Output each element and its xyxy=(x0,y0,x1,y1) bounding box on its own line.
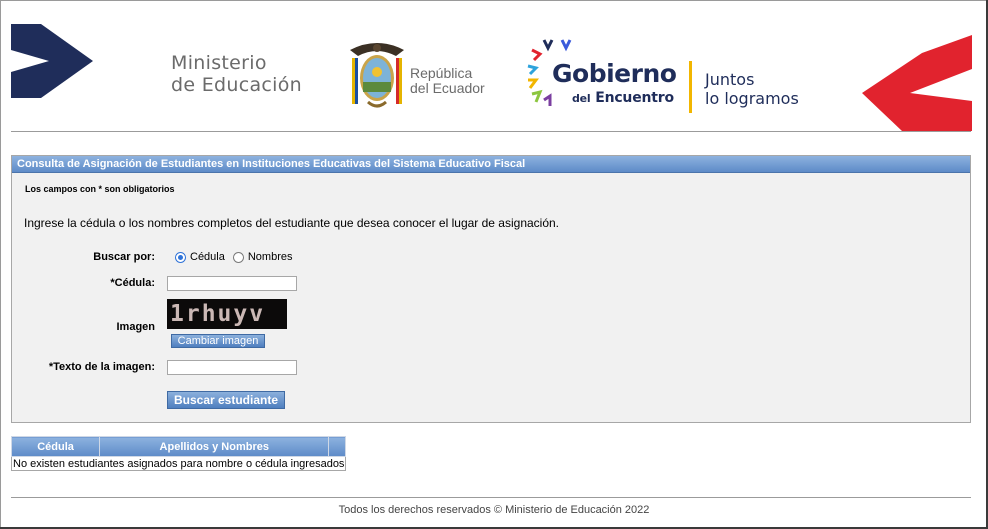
column-extra xyxy=(328,436,347,457)
captcha-image: 1rhuyv xyxy=(167,299,287,329)
results-table: Cédula Apellidos y Nombres No existen es… xyxy=(10,436,347,471)
republica-logo-text: República del Ecuador xyxy=(410,66,510,96)
empty-results-message: No existen estudiantes asignados para no… xyxy=(10,456,347,471)
juntos-line1: Juntos xyxy=(705,70,755,89)
search-student-button[interactable]: Buscar estudiante xyxy=(167,391,285,409)
radio-nombres[interactable] xyxy=(232,251,244,263)
search-form-panel: Consulta de Asignación de Estudiantes en… xyxy=(11,155,971,423)
results-header-row: Cédula Apellidos y Nombres xyxy=(10,436,347,457)
left-chevron-logo-icon xyxy=(11,24,93,98)
image-text-label: *Texto de la imagen: xyxy=(48,361,155,373)
radio-cedula-label[interactable]: Cédula xyxy=(190,251,225,263)
juntos-logo-text: Juntos lo logramos xyxy=(705,70,799,108)
image-text-input[interactable] xyxy=(167,360,297,375)
encuentro-logo-text: del Encuentro xyxy=(572,90,674,107)
radio-nombres-label[interactable]: Nombres xyxy=(248,251,293,263)
search-by-radio-group: Cédula Nombres xyxy=(175,251,300,263)
footer-divider xyxy=(11,497,971,498)
cedula-label: *Cédula: xyxy=(110,277,155,289)
required-note: Los campos con * son obligatorios xyxy=(25,184,175,194)
footer-copyright: Todos los derechos reservados © Minister… xyxy=(338,504,650,516)
encuentro-word: Encuentro xyxy=(595,90,674,106)
encuentro-prefix: del xyxy=(572,92,591,105)
right-chevron-logo-icon xyxy=(862,35,972,131)
table-row: No existen estudiantes asignados para no… xyxy=(10,456,347,471)
change-image-button[interactable]: Cambiar imagen xyxy=(171,334,265,348)
image-label: Imagen xyxy=(116,321,155,333)
ministerio-logo-text: Ministerio de Educación xyxy=(171,52,331,96)
header-divider xyxy=(11,131,971,132)
search-by-label: Buscar por: xyxy=(93,251,155,263)
instruction-text: Ingrese la cédula o los nombres completo… xyxy=(24,216,560,230)
republica-line2: del Ecuador xyxy=(410,80,485,96)
juntos-line2: lo logramos xyxy=(705,89,799,108)
ministerio-line2: de Educación xyxy=(171,74,302,96)
cedula-input[interactable] xyxy=(167,276,297,291)
column-apellidos-nombres: Apellidos y Nombres xyxy=(99,436,330,457)
radio-cedula[interactable] xyxy=(175,251,186,263)
ministerio-line1: Ministerio xyxy=(171,52,267,74)
coat-of-arms-icon xyxy=(350,43,404,108)
logo-divider xyxy=(689,61,692,113)
form-title: Consulta de Asignación de Estudiantes en… xyxy=(12,156,970,173)
gobierno-logo-text: Gobierno xyxy=(552,59,677,88)
column-cedula: Cédula xyxy=(10,436,101,457)
republica-line1: República xyxy=(410,65,473,81)
